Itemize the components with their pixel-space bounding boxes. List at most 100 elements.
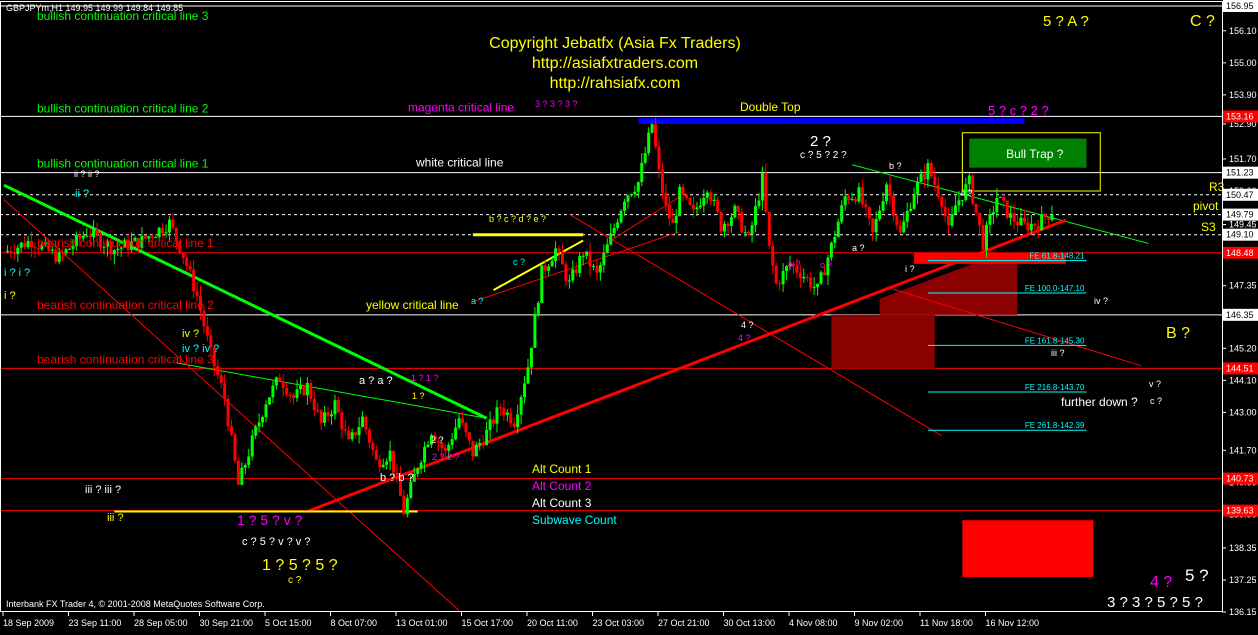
candle-body <box>654 124 657 147</box>
candle-body <box>554 248 557 261</box>
candle-body <box>189 266 192 269</box>
candle-body <box>375 450 378 460</box>
candle <box>944 198 947 222</box>
candle-body <box>227 399 230 427</box>
candle <box>240 462 243 485</box>
trend-line-4 <box>4 200 459 611</box>
candle-body <box>1006 201 1009 218</box>
candle <box>733 204 736 219</box>
price-tag-6: 148.48 <box>1226 248 1254 258</box>
candle <box>892 191 895 221</box>
candle-body <box>499 407 502 408</box>
candle <box>775 263 778 285</box>
candle-body <box>589 251 592 266</box>
wave-4-mag: 4 ? <box>738 333 751 343</box>
candle-body <box>547 266 550 270</box>
candle <box>275 376 278 389</box>
candle <box>616 219 619 231</box>
x-label-11: 30 Oct 13:00 <box>724 618 776 628</box>
x-label-10: 27 Oct 21:00 <box>658 618 710 628</box>
candle <box>509 408 512 427</box>
candle <box>192 260 195 298</box>
candle <box>327 407 330 422</box>
candle-body <box>533 314 536 348</box>
candle-body <box>820 272 823 284</box>
fib-label-3: FE 216.8-143.70 <box>1025 383 1085 392</box>
wave-c: c ? <box>1150 396 1162 406</box>
candle-body <box>61 252 64 253</box>
candle-body <box>540 265 543 303</box>
candle <box>561 244 564 264</box>
candle <box>464 422 467 437</box>
candle-body <box>913 195 916 209</box>
wave-c-cyan: c ? <box>513 257 525 267</box>
candle <box>471 441 474 461</box>
candle-body <box>695 207 698 209</box>
candle-body <box>223 383 226 398</box>
wave-iv: iv ? <box>1094 296 1108 306</box>
candle <box>371 441 374 456</box>
candle-body <box>892 195 895 215</box>
candle-body <box>599 265 602 272</box>
wave-v: v ? <box>1149 379 1161 389</box>
candle-body <box>444 448 447 451</box>
candle <box>458 414 461 430</box>
candle-body <box>468 432 471 440</box>
candle <box>706 190 709 204</box>
wave-right-4: 4 ? <box>1150 574 1172 591</box>
candle-body <box>282 381 285 387</box>
candle <box>1006 201 1009 220</box>
candle <box>820 270 823 285</box>
candle <box>292 393 295 405</box>
candle <box>675 209 678 233</box>
candlestick-chart[interactable]: FE 61.8-148.21FE 100.0-147.10FE 161.8-14… <box>0 0 1258 630</box>
y-tick-label-3: 153.90 <box>1229 90 1257 100</box>
wave-left-i: i ? i ? <box>4 267 30 279</box>
wave-iii: iii ? <box>1051 348 1065 358</box>
candle-body <box>171 220 174 228</box>
candle <box>385 458 388 469</box>
candle <box>502 400 505 421</box>
candle <box>930 161 933 179</box>
candle <box>978 212 981 234</box>
candle <box>716 196 719 215</box>
candle-body <box>637 182 640 192</box>
candle-body <box>902 222 905 233</box>
candle-body <box>888 184 891 195</box>
candle <box>988 209 991 234</box>
wave-ii: ii ? <box>961 188 973 198</box>
candle <box>726 221 729 235</box>
double-top-bar <box>638 118 1024 124</box>
candle-body <box>427 445 430 447</box>
chart-svg[interactable]: FE 61.8-148.21FE 100.0-147.10FE 161.8-14… <box>0 0 1258 630</box>
candle-body <box>757 201 760 207</box>
candle-body <box>265 404 268 417</box>
candle <box>451 433 454 449</box>
candle <box>533 307 536 348</box>
candle-body <box>720 212 723 232</box>
wave-a-mag: a ? <box>788 259 801 269</box>
candle-body <box>530 348 533 367</box>
candle-body <box>882 201 885 210</box>
candle-body <box>402 496 405 514</box>
x-label-8: 20 Oct 11:00 <box>527 618 578 628</box>
candle <box>599 262 602 281</box>
wave-left-iv2: iv ? iv ? <box>182 343 219 355</box>
candle-body <box>382 465 385 467</box>
candle <box>227 395 230 431</box>
candle-body <box>740 212 743 232</box>
candle-body <box>754 206 757 225</box>
copyright-line2: http://asiafxtraders.com <box>470 54 760 74</box>
candle-body <box>975 204 978 213</box>
wave-1y: 1 ? <box>412 391 425 401</box>
label-s3: S3 <box>1201 220 1216 234</box>
candle-body <box>916 182 919 195</box>
candle <box>347 426 350 440</box>
candle-body <box>58 252 61 262</box>
candle-body <box>478 443 481 445</box>
candle <box>888 175 891 205</box>
candle <box>995 188 998 218</box>
candle-body <box>871 218 874 232</box>
candle-body <box>237 461 240 485</box>
candle-body <box>482 443 485 445</box>
